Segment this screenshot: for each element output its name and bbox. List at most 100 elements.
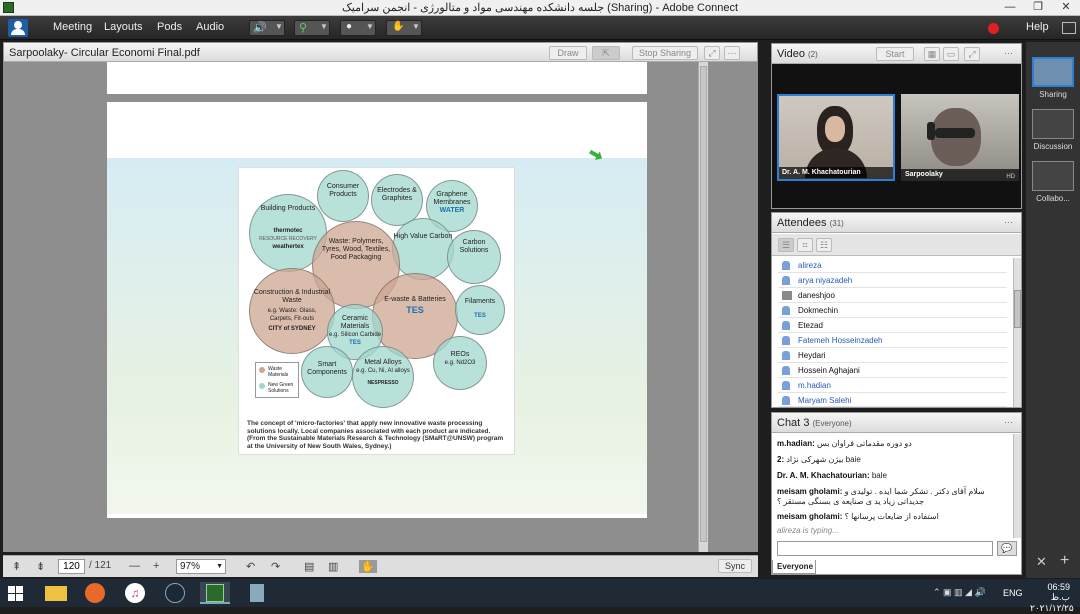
- chat-message: Dr. A. M. Khachatourian: bale: [777, 471, 887, 480]
- document-icon[interactable]: ▤: [304, 560, 314, 573]
- speaker-control[interactable]: 🔊 ▼: [249, 20, 285, 36]
- delete-layout-icon[interactable]: ✕: [1036, 554, 1047, 570]
- circle-construction-waste: Construction & Industrial Waste e.g. Wast…: [249, 268, 335, 354]
- system-tray-icons[interactable]: ⌃ ▣ ▥ ◢ 🔊: [933, 587, 986, 598]
- menu-layouts[interactable]: Layouts: [104, 21, 143, 33]
- circle-metal-alloys: Metal Alloys e.g. Cu, Ni, Al alloys NESPRE…: [352, 346, 414, 408]
- restore-button[interactable]: ❐: [1024, 0, 1052, 16]
- send-message-icon[interactable]: 💬: [997, 541, 1017, 556]
- zoom-in-icon[interactable]: +: [153, 560, 159, 572]
- layout-sharing-thumb[interactable]: [1032, 57, 1074, 87]
- attendee-row[interactable]: Fatemeh Hosseinzadeh: [778, 333, 1007, 348]
- layout-discussion-thumb[interactable]: [1032, 109, 1074, 139]
- hand-tool-icon[interactable]: ✋: [359, 560, 377, 573]
- share-scrollbar[interactable]: [698, 62, 708, 552]
- steam-icon[interactable]: [160, 582, 190, 604]
- zoom-out-icon[interactable]: —: [129, 560, 140, 572]
- calculator-icon[interactable]: [243, 582, 273, 604]
- menu-help[interactable]: Help: [1026, 21, 1049, 33]
- grid-view-icon[interactable]: ▦: [924, 47, 940, 61]
- record-indicator-icon[interactable]: [988, 23, 999, 34]
- filmstrip-view-icon[interactable]: ▭: [943, 47, 959, 61]
- draw-button[interactable]: Draw: [549, 46, 587, 60]
- chat-scrollbar[interactable]: [1013, 434, 1021, 538]
- share-canvas: Consumer Products Electrodes & Graphites…: [3, 62, 758, 552]
- itunes-icon[interactable]: ♫: [120, 582, 150, 604]
- share-document-title: Sarpoolaky- Circular Economi Final.pdf: [9, 47, 200, 59]
- video-pod-title: Video (2): [777, 48, 818, 60]
- attendees-scrollbar[interactable]: [1013, 258, 1021, 407]
- chevron-down-icon: ▼: [366, 22, 374, 31]
- attendee-row[interactable]: m.hadian: [778, 378, 1007, 393]
- pages-icon[interactable]: ▥: [328, 560, 338, 573]
- sync-button[interactable]: Sync: [718, 559, 752, 573]
- attendee-row[interactable]: Maryam Salehi: [778, 393, 1007, 407]
- circular-economy-diagram: Consumer Products Electrodes & Graphites…: [238, 167, 515, 455]
- circle-consumer-products: Consumer Products: [317, 170, 369, 222]
- chat-message-input[interactable]: [777, 541, 993, 556]
- fullscreen-video-icon[interactable]: ⤢: [964, 47, 980, 61]
- attendee-row[interactable]: Etezad: [778, 318, 1007, 333]
- user-icon: [782, 306, 790, 315]
- diagram-legend: Waste Materials New Green Solutions: [255, 362, 299, 398]
- attendee-row[interactable]: arya niyazadeh: [778, 273, 1007, 288]
- attendee-row[interactable]: alireza: [778, 258, 1007, 273]
- pod-options-icon[interactable]: ⋯: [724, 46, 740, 60]
- close-button[interactable]: ✕: [1052, 0, 1080, 16]
- redo-icon[interactable]: ↷: [271, 560, 280, 573]
- adobe-connect-taskbar-icon[interactable]: [200, 582, 230, 604]
- video-feed-sarpoolaky[interactable]: Sarpoolaky HD: [901, 94, 1019, 181]
- fullscreen-icon[interactable]: [1062, 22, 1076, 34]
- chevron-down-icon: ▼: [275, 22, 283, 31]
- attendee-row[interactable]: Heydari: [778, 348, 1007, 363]
- attendee-row[interactable]: Dokmechin: [778, 303, 1007, 318]
- menu-bar: Meeting Layouts Pods Audio 🔊 ▼ ⚲ ▼ ● ▼ ✋…: [0, 16, 1080, 40]
- camera-control[interactable]: ● ▼: [340, 20, 376, 36]
- add-layout-icon[interactable]: +: [1060, 552, 1069, 570]
- layout-sharing-label: Sharing: [1039, 90, 1067, 99]
- page-number-input[interactable]: [58, 559, 85, 574]
- raise-hand-icon: ✋: [392, 21, 405, 32]
- firefox-icon[interactable]: [80, 582, 110, 604]
- file-explorer-icon[interactable]: [41, 582, 71, 604]
- fullscreen-share-icon[interactable]: ⤢: [704, 46, 720, 60]
- pod-options-icon[interactable]: ⋯: [1004, 217, 1013, 228]
- windows-taskbar: ♫ ⌃ ▣ ▥ ◢ 🔊 ENG 06:59 ب.ظ ۲۰۲۱/۱۲/۲۵: [0, 579, 1080, 613]
- layout-discussion-label: Discussion: [1033, 142, 1073, 151]
- pod-options-icon[interactable]: ⋯: [1004, 48, 1013, 59]
- circle-filaments: Filaments TES: [455, 285, 505, 335]
- layout-collaboration-thumb[interactable]: [1032, 161, 1074, 191]
- windows-start-icon[interactable]: [6, 582, 26, 604]
- undo-icon[interactable]: ↶: [246, 560, 255, 573]
- microphone-control[interactable]: ⚲ ▼: [294, 20, 330, 36]
- attendee-row[interactable]: daneshjoo: [778, 288, 1007, 303]
- menu-pods[interactable]: Pods: [157, 21, 182, 33]
- stop-sharing-button[interactable]: Stop Sharing: [632, 46, 698, 60]
- raise-hand-control[interactable]: ✋ ▼: [386, 20, 422, 36]
- video-feed-khachatourian[interactable]: Dr. A. M. Khachatourian: [777, 94, 895, 181]
- menu-audio[interactable]: Audio: [196, 21, 224, 33]
- menu-meeting[interactable]: Meeting: [53, 21, 92, 33]
- breakout-view-icon[interactable]: ⌗: [797, 238, 813, 252]
- chat-message: meisam gholami: سلام آقای دکتر . تشکر شم…: [777, 487, 985, 506]
- clock[interactable]: 06:59 ب.ظ ۲۰۲۱/۱۲/۲۵: [1030, 582, 1074, 614]
- chat-recipient-tab[interactable]: Everyone: [772, 560, 816, 574]
- pod-options-icon[interactable]: ⋯: [1004, 417, 1013, 428]
- circle-carbon-solutions: Carbon Solutions: [447, 230, 501, 284]
- speaker-icon: 🔊: [253, 22, 267, 34]
- zoom-select[interactable]: 97% ▼: [176, 559, 226, 574]
- attendee-row[interactable]: Hossein Aghajani: [778, 363, 1007, 378]
- chat-pod-title: Chat 3 (Everyone): [777, 417, 852, 429]
- start-video-button[interactable]: Start: [876, 47, 914, 61]
- minimize-button[interactable]: —: [996, 0, 1024, 16]
- status-view-icon[interactable]: ☷: [816, 238, 832, 252]
- window-title: جلسه دانشکده مهندسی مواد و متالورژی - ان…: [341, 2, 739, 14]
- previous-page: [107, 62, 647, 94]
- list-view-icon[interactable]: ☰: [778, 238, 794, 252]
- user-status-icon[interactable]: [8, 19, 28, 37]
- input-language[interactable]: ENG: [1003, 588, 1023, 598]
- pointer-button[interactable]: ⇱: [592, 46, 620, 60]
- chat-message: meisam gholami: استفاده از ضایعات پرسانه…: [777, 512, 939, 521]
- previous-page-icon[interactable]: ⇟: [36, 560, 45, 573]
- first-page-icon[interactable]: ⇞: [12, 560, 21, 573]
